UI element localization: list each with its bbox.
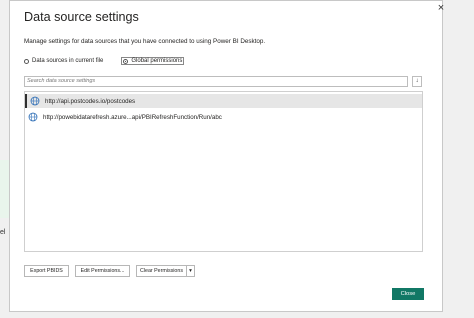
edit-permissions-button[interactable]: Edit Permissions... [75,265,130,277]
export-pbids-button[interactable]: Export PBIDS [24,265,69,277]
data-source-settings-dialog: × Data source settings Manage settings f… [9,0,446,312]
list-item[interactable]: http://powebidatarefresh.azure...api/PBI… [25,110,422,124]
source-url: http://api.postcodes.io/postcodes [45,97,136,105]
close-button[interactable]: Close [392,288,424,300]
current-file-label: Data sources in current file [32,58,104,64]
radio-current-file[interactable] [24,58,29,64]
search-input[interactable]: Search data source settings [24,76,408,87]
globe-icon [30,96,40,106]
list-item[interactable]: http://api.postcodes.io/postcodes [25,94,422,108]
clear-permissions-button[interactable]: Clear Permissions [136,265,187,277]
global-permissions-option[interactable]: Global permissions [121,57,185,65]
sort-icon: ↓ [415,78,419,84]
data-source-list[interactable]: http://api.postcodes.io/postcodes http:/… [24,91,423,252]
radio-global-permissions[interactable] [123,58,129,64]
background-label: el [0,229,6,236]
clear-dropdown-button[interactable]: ▾ [186,265,195,277]
scope-options: Data sources in current file Global perm… [24,57,202,65]
global-permissions-label: Global permissions [131,58,183,64]
globe-icon [28,112,38,122]
close-icon[interactable]: × [436,2,446,14]
source-url: http://powebidatarefresh.azure...api/PBI… [43,113,222,121]
dialog-title: Data source settings [24,10,139,24]
dialog-description: Manage settings for data sources that yo… [24,38,266,45]
sort-button[interactable]: ↓ [412,76,422,87]
current-file-option[interactable]: Data sources in current file [24,58,103,64]
chevron-down-icon: ▾ [189,268,192,274]
